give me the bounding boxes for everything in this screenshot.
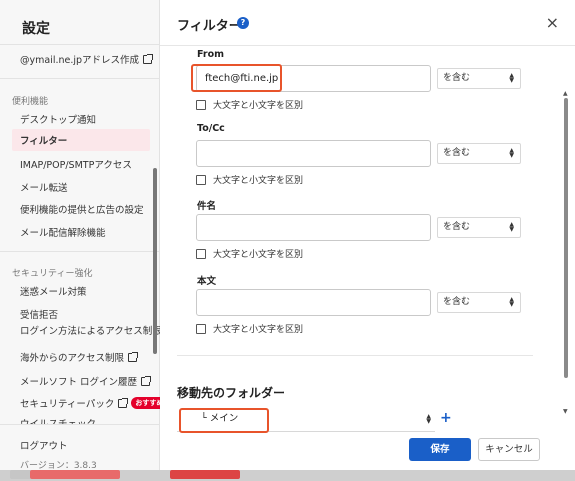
sidebar-item-filter[interactable]: フィルター bbox=[12, 129, 150, 151]
sidebar-item-imap-pop-smtp[interactable]: IMAP/POP/SMTPアクセス bbox=[20, 157, 132, 171]
body-operator-select[interactable]: を含む ▲ ▼ bbox=[437, 292, 521, 313]
from-case-checkbox[interactable]: 大文字と小文字を区別 bbox=[196, 98, 303, 111]
sidebar-item-desktop-notification[interactable]: デスクトップ通知 bbox=[20, 112, 96, 126]
destination-folder-select[interactable]: └ メイン ▲ ▼ bbox=[177, 408, 435, 432]
updown-icon: ▲ ▼ bbox=[509, 296, 514, 308]
from-label: From bbox=[197, 49, 224, 60]
updown-icon: ▲ ▼ bbox=[426, 413, 431, 425]
checkbox-box[interactable] bbox=[196, 99, 206, 110]
sidebar-divider bbox=[0, 251, 160, 252]
sidebar-title: 設定 bbox=[22, 21, 50, 37]
save-button[interactable]: 保存 bbox=[409, 438, 471, 461]
recommend-badge: おすすめ bbox=[131, 397, 160, 409]
cancel-button[interactable]: キャンセル bbox=[478, 438, 540, 461]
from-input[interactable]: ftech@fti.ne.jp bbox=[196, 65, 431, 92]
logout-link[interactable]: ログアウト bbox=[20, 438, 68, 452]
version-label: バージョン：3.8.3 bbox=[20, 461, 97, 471]
updown-icon: ▲ ▼ bbox=[509, 72, 514, 84]
from-operator-select[interactable]: を含む ▲ ▼ bbox=[437, 68, 521, 89]
add-folder-icon[interactable]: + bbox=[440, 410, 452, 426]
checkbox-box[interactable] bbox=[196, 248, 206, 259]
panel-scrollbar[interactable] bbox=[564, 98, 568, 378]
checkbox-box[interactable] bbox=[196, 174, 206, 185]
help-icon[interactable]: ? bbox=[237, 17, 249, 29]
settings-window: 設定 @ymail.ne.jpアドレス作成 便利機能 デスクトップ通知 フィルタ… bbox=[0, 0, 575, 481]
external-link-icon bbox=[141, 375, 152, 386]
settings-sidebar: 設定 @ymail.ne.jpアドレス作成 便利機能 デスクトップ通知 フィルタ… bbox=[0, 0, 160, 471]
sidebar-item-mail-forward[interactable]: メール転送 bbox=[20, 180, 68, 194]
tocc-label: To/Cc bbox=[197, 123, 225, 134]
checkbox-box[interactable] bbox=[196, 323, 206, 334]
updown-icon: ▲ ▼ bbox=[509, 147, 514, 159]
filter-panel: フィルター ? × From ftech@fti.ne.jp を含む ▲ ▼ 大文… bbox=[160, 0, 575, 470]
panel-header: フィルター ? × bbox=[160, 0, 575, 46]
body-input[interactable] bbox=[196, 289, 431, 316]
sidebar-item-login-restriction[interactable]: ログイン方法によるアクセス制限 bbox=[20, 323, 160, 337]
external-link-icon bbox=[118, 397, 129, 408]
sidebar-item-spam[interactable]: 迷惑メール対策 bbox=[20, 284, 87, 298]
subject-label: 件名 bbox=[197, 201, 217, 212]
body-label: 本文 bbox=[197, 276, 217, 287]
sidebar-item-security-pack[interactable]: セキュリティーパック おすすめ bbox=[20, 396, 160, 410]
subject-case-checkbox[interactable]: 大文字と小文字を区別 bbox=[196, 247, 303, 260]
sidebar-item-ymail-address[interactable]: @ymail.ne.jpアドレス作成 bbox=[20, 52, 154, 66]
tocc-operator-select[interactable]: を含む ▲ ▼ bbox=[437, 143, 521, 164]
scroll-down-icon[interactable]: ▼ bbox=[563, 408, 568, 415]
sidebar-item-overseas-restriction[interactable]: 海外からのアクセス制限 bbox=[20, 350, 139, 364]
body-case-checkbox[interactable]: 大文字と小文字を区別 bbox=[196, 322, 303, 335]
section-convenience: 便利機能 bbox=[12, 97, 49, 107]
section-security: セキュリティー強化 bbox=[12, 269, 93, 279]
updown-icon: ▲ ▼ bbox=[509, 221, 514, 233]
sidebar-scroll-area[interactable]: @ymail.ne.jpアドレス作成 便利機能 デスクトップ通知 フィルター I… bbox=[0, 44, 160, 424]
sidebar-divider bbox=[0, 78, 160, 79]
close-icon[interactable]: × bbox=[546, 13, 559, 32]
subject-input[interactable] bbox=[196, 214, 431, 241]
external-link-icon bbox=[128, 351, 139, 362]
sidebar-item-login-history[interactable]: メールソフト ログイン履歴 bbox=[20, 374, 152, 388]
sidebar-scrollbar[interactable] bbox=[153, 168, 157, 354]
sidebar-item-features-ads[interactable]: 便利機能の提供と広告の設定 bbox=[20, 202, 144, 216]
destination-folder-title: 移動先のフォルダー bbox=[177, 386, 286, 400]
sidebar-divider bbox=[0, 424, 160, 425]
external-link-icon bbox=[143, 53, 154, 64]
tocc-input[interactable] bbox=[196, 140, 431, 167]
section-divider bbox=[177, 355, 533, 356]
tocc-case-checkbox[interactable]: 大文字と小文字を区別 bbox=[196, 173, 303, 186]
scroll-up-icon[interactable]: ▲ bbox=[563, 90, 568, 97]
page-title: フィルター bbox=[177, 19, 242, 34]
sidebar-item-virus-check[interactable]: ウイルスチェック bbox=[20, 416, 96, 424]
sidebar-item-block[interactable]: 受信拒否 bbox=[20, 307, 58, 321]
sidebar-item-unsubscribe[interactable]: メール配信解除機能 bbox=[20, 225, 106, 239]
subject-operator-select[interactable]: を含む ▲ ▼ bbox=[437, 217, 521, 238]
